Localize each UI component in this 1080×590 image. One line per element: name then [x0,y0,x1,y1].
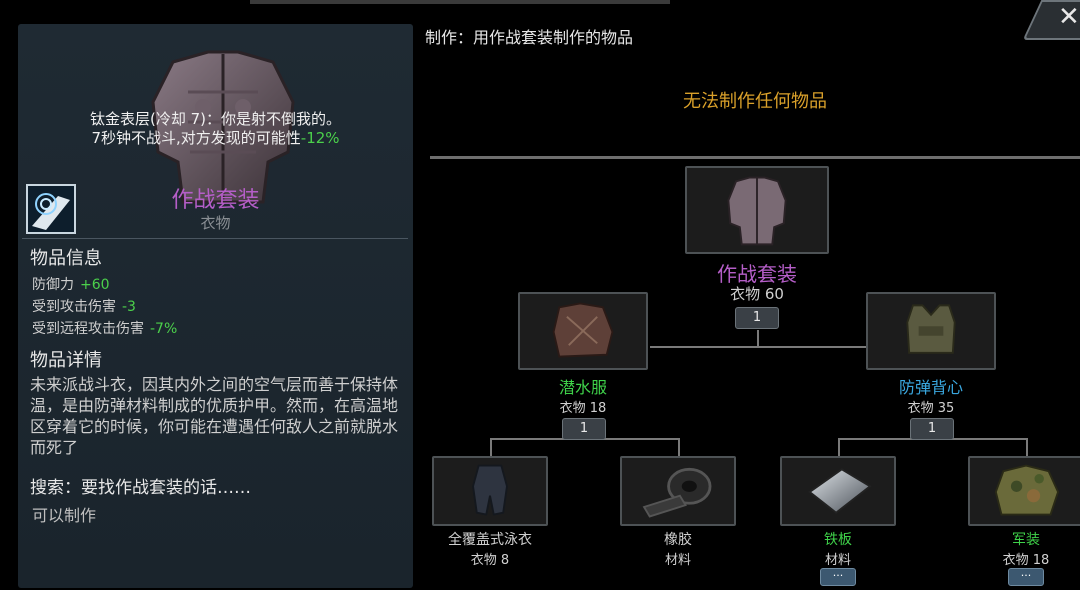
stat-value: -3 [122,299,136,315]
item-info-title: 物品信息 [30,248,102,269]
item-type: 衣物 [200,214,231,232]
tree-node-sub: 衣物 18 [559,401,607,416]
tree-connector [678,438,680,456]
tree-node-bulletproof-vest[interactable] [866,292,996,370]
divider [22,238,408,239]
search-hint: 搜索：要找作战套装的话…… [30,478,251,498]
stat-defense: 防御力 +60 [32,274,110,294]
stat-label: 防御力 [32,277,74,293]
craftable-status: 可以制作 [32,506,97,525]
skill-line-2: 7秒钟不战斗,对方发现的可能性-12% [18,129,413,148]
bulletproof-vest-icon [906,304,956,354]
tree-node-label: 潜水服 [558,378,607,397]
diving-suit-icon [552,302,614,358]
tree-node-label: 防弹背心 [898,378,963,397]
tree-node-sub: 材料 [664,553,691,568]
tree-node-sub: 衣物 8 [470,553,510,568]
tree-node-full-swimsuit[interactable] [432,456,548,526]
iron-plate-icon [808,468,872,514]
section-divider [430,156,1080,159]
tree-connector [1026,438,1028,456]
quantity-badge: 1 [562,418,606,440]
item-description: 未来派战斗衣，因其内外之间的空气层而善于保持体温，是由防弹材料制成的优质护甲。然… [30,375,399,457]
swimsuit-icon [472,464,508,516]
tree-node-combat-suit[interactable] [685,166,829,254]
rubber-roll-icon [642,467,712,518]
combat-suit-icon [727,176,787,246]
item-name: 作战套装 [171,188,260,213]
stat-value: +60 [80,277,110,293]
tree-node-sub: 衣物 60 [730,285,784,303]
stat-value: -7% [150,321,178,337]
item-details-title: 物品详情 [30,350,102,371]
tree-node-label: 军装 [1012,532,1040,548]
stat-label: 受到攻击伤害 [32,299,116,315]
tree-node-label: 橡胶 [664,532,692,548]
tree-node-sub: 衣物 18 [1002,553,1050,568]
skill-line-1: 钛金表层(冷却 7)：你是射不倒我的。 [89,110,342,128]
tree-connector [757,330,759,347]
cannot-craft-message: 无法制作任何物品 [683,91,827,112]
skill-line-2-text: 7秒钟不战斗,对方发现的可能性 [91,129,301,147]
tree-node-rubber[interactable] [620,456,736,526]
military-uniform-icon [994,464,1060,516]
skill-description: 钛金表层(冷却 7)：你是射不倒我的。 7秒钟不战斗,对方发现的可能性-12% [18,110,413,148]
tree-node-military-uniform[interactable] [968,456,1080,526]
tree-node-sub: 衣物 35 [907,401,955,416]
tree-connector [838,438,840,456]
tree-node-iron-plate[interactable] [780,456,896,526]
stat-ranged-damage-taken: 受到远程攻击伤害 -7% [32,318,177,338]
quantity-badge: 1 [735,307,779,329]
stat-damage-taken: 受到攻击伤害 -3 [32,296,136,316]
item-detail-panel: 钛金表层(冷却 7)：你是射不倒我的。 7秒钟不战斗,对方发现的可能性-12% … [18,24,413,588]
tree-node-label: 铁板 [824,532,852,548]
quantity-badge: 1 [910,418,954,440]
skill-line-2-value: -12% [300,129,340,147]
top-bar [250,0,670,4]
stat-label: 受到远程攻击伤害 [32,321,144,337]
more-button[interactable]: ··· [820,568,856,586]
tree-connector [490,438,492,456]
tree-node-diving-suit[interactable] [518,292,648,370]
close-icon[interactable]: ✕ [1058,2,1080,32]
tree-node-label: 全覆盖式泳衣 [448,532,532,548]
craft-header: 制作：用作战套装制作的物品 [425,28,634,47]
more-button[interactable]: ··· [1008,568,1044,586]
tree-node-sub: 材料 [824,553,851,568]
